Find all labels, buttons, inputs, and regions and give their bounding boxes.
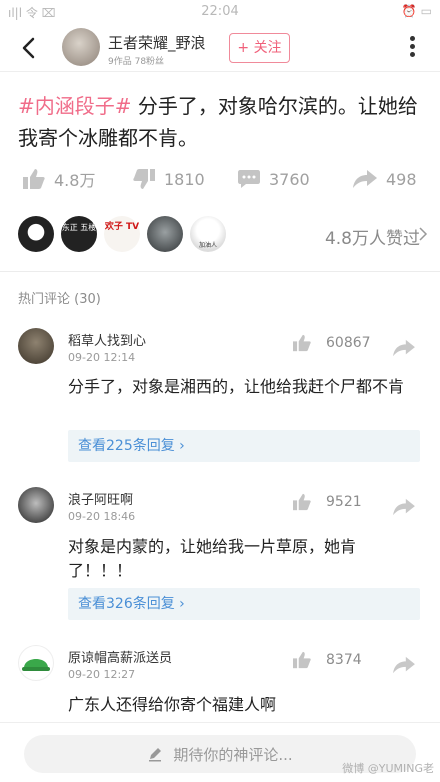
share-button[interactable]: 498 <box>352 163 417 195</box>
like-button[interactable]: 4.8万 <box>22 163 95 195</box>
comment-like-button[interactable]: 9521 <box>292 493 362 511</box>
share-arrow-icon[interactable] <box>392 338 416 358</box>
comment-text: 分手了，对象是湘西的，让他给我赶个尸都不肯 <box>68 377 405 396</box>
watermark: 微博 @YUMING老 <box>342 762 434 775</box>
green-hat-icon <box>22 659 50 671</box>
pencil-icon <box>149 748 162 762</box>
status-time: 22:04 <box>201 4 239 19</box>
dislike-button[interactable]: 1810 <box>132 163 205 195</box>
view-replies-button[interactable]: 查看225条回复 › <box>68 430 420 462</box>
comment-item: 浪子阿旺啊 09-20 18:46 9521 对象是内蒙的，让她给我一片草原，她… <box>0 487 440 627</box>
thumbs-up-icon <box>293 493 311 511</box>
battery-icons: ⏰ ▭ <box>401 4 432 18</box>
share-count: 498 <box>386 169 417 189</box>
comment-button[interactable]: 3760 <box>237 163 310 195</box>
author-meta: 9作品 78粉丝 <box>108 57 165 67</box>
liker-avatar: 加油人 <box>190 216 226 252</box>
liker-avatar: 欢子 TV <box>104 216 140 252</box>
commenter-name[interactable]: 原谅帽高薪派送员 <box>68 647 172 666</box>
comment-item: 原谅帽高薪派送员 09-20 12:27 8374 广东人还得给你寄个福建人啊 <box>0 645 440 722</box>
share-arrow-icon[interactable] <box>392 497 416 517</box>
divider <box>0 271 440 272</box>
header: 王者荣耀_野浪 9作品 78粉丝 + 关注 <box>0 24 440 72</box>
comment-count: 3760 <box>269 169 310 189</box>
commenter-name[interactable]: 浪子阿旺啊 <box>68 489 133 508</box>
liker-avatar <box>18 216 54 252</box>
comment-text: 对象是内蒙的，让她给我一片草原，她肯了！！！ <box>68 537 357 580</box>
comment-like-count: 8374 <box>326 652 362 668</box>
follow-button[interactable]: + 关注 <box>229 33 290 63</box>
comment-like-count: 60867 <box>326 335 371 351</box>
hot-comments-title: 热门评论 (30) <box>18 292 101 307</box>
comment-time: 09-20 12:27 <box>68 668 136 681</box>
post-actions: 4.8万 1810 3760 498 <box>0 163 440 195</box>
like-count: 4.8万 <box>54 171 96 190</box>
post-tag[interactable]: #内涵段子# <box>18 94 132 118</box>
author-avatar[interactable] <box>62 28 100 66</box>
liker-avatar: 东正 五楼 <box>61 216 97 252</box>
thumbs-up-icon <box>293 651 311 669</box>
comment-time: 09-20 12:14 <box>68 351 136 364</box>
comment-bubble-icon <box>238 170 260 188</box>
commenter-avatar[interactable] <box>18 645 54 681</box>
liker-avatar <box>147 216 183 252</box>
likers-row[interactable]: 东正 五楼 欢子 TV 加油人 4.8万人赞过 <box>18 216 428 256</box>
comment-item: 稻草人找到心 09-20 12:14 60867 分手了，对象是湘西的，让他给我… <box>0 328 440 468</box>
author-name[interactable]: 王者荣耀_野浪 <box>108 32 206 53</box>
status-bar: ıl|l 令 ⌧ 22:04 ⏰ ▭ <box>0 0 440 24</box>
chevron-right-icon <box>419 227 428 241</box>
comment-placeholder: 期待你的神评论... <box>173 745 293 764</box>
comment-time: 09-20 18:46 <box>68 510 136 523</box>
view-replies-button[interactable]: 查看326条回复 › <box>68 588 420 620</box>
commenter-name[interactable]: 稻草人找到心 <box>68 330 146 349</box>
likers-summary: 4.8万人赞过 <box>324 229 420 249</box>
commenter-avatar[interactable] <box>18 487 54 523</box>
post-text: #内涵段子# 分手了，对象哈尔滨的。让她给我寄个冰雕都不肯。 <box>18 90 423 154</box>
dislike-count: 1810 <box>164 169 205 189</box>
comment-like-button[interactable]: 60867 <box>292 334 371 352</box>
more-options-icon[interactable] <box>410 36 416 60</box>
comment-like-button[interactable]: 8374 <box>292 651 362 669</box>
thumbs-up-icon <box>23 169 45 189</box>
comment-like-count: 9521 <box>326 494 362 510</box>
share-arrow-icon[interactable] <box>392 655 416 675</box>
share-arrow-icon <box>353 170 377 188</box>
thumbs-down-icon <box>133 169 155 189</box>
comment-text: 广东人还得给你寄个福建人啊 <box>68 695 277 714</box>
thumbs-up-icon <box>293 334 311 352</box>
commenter-avatar[interactable] <box>18 328 54 364</box>
back-arrow-icon[interactable] <box>18 36 42 60</box>
